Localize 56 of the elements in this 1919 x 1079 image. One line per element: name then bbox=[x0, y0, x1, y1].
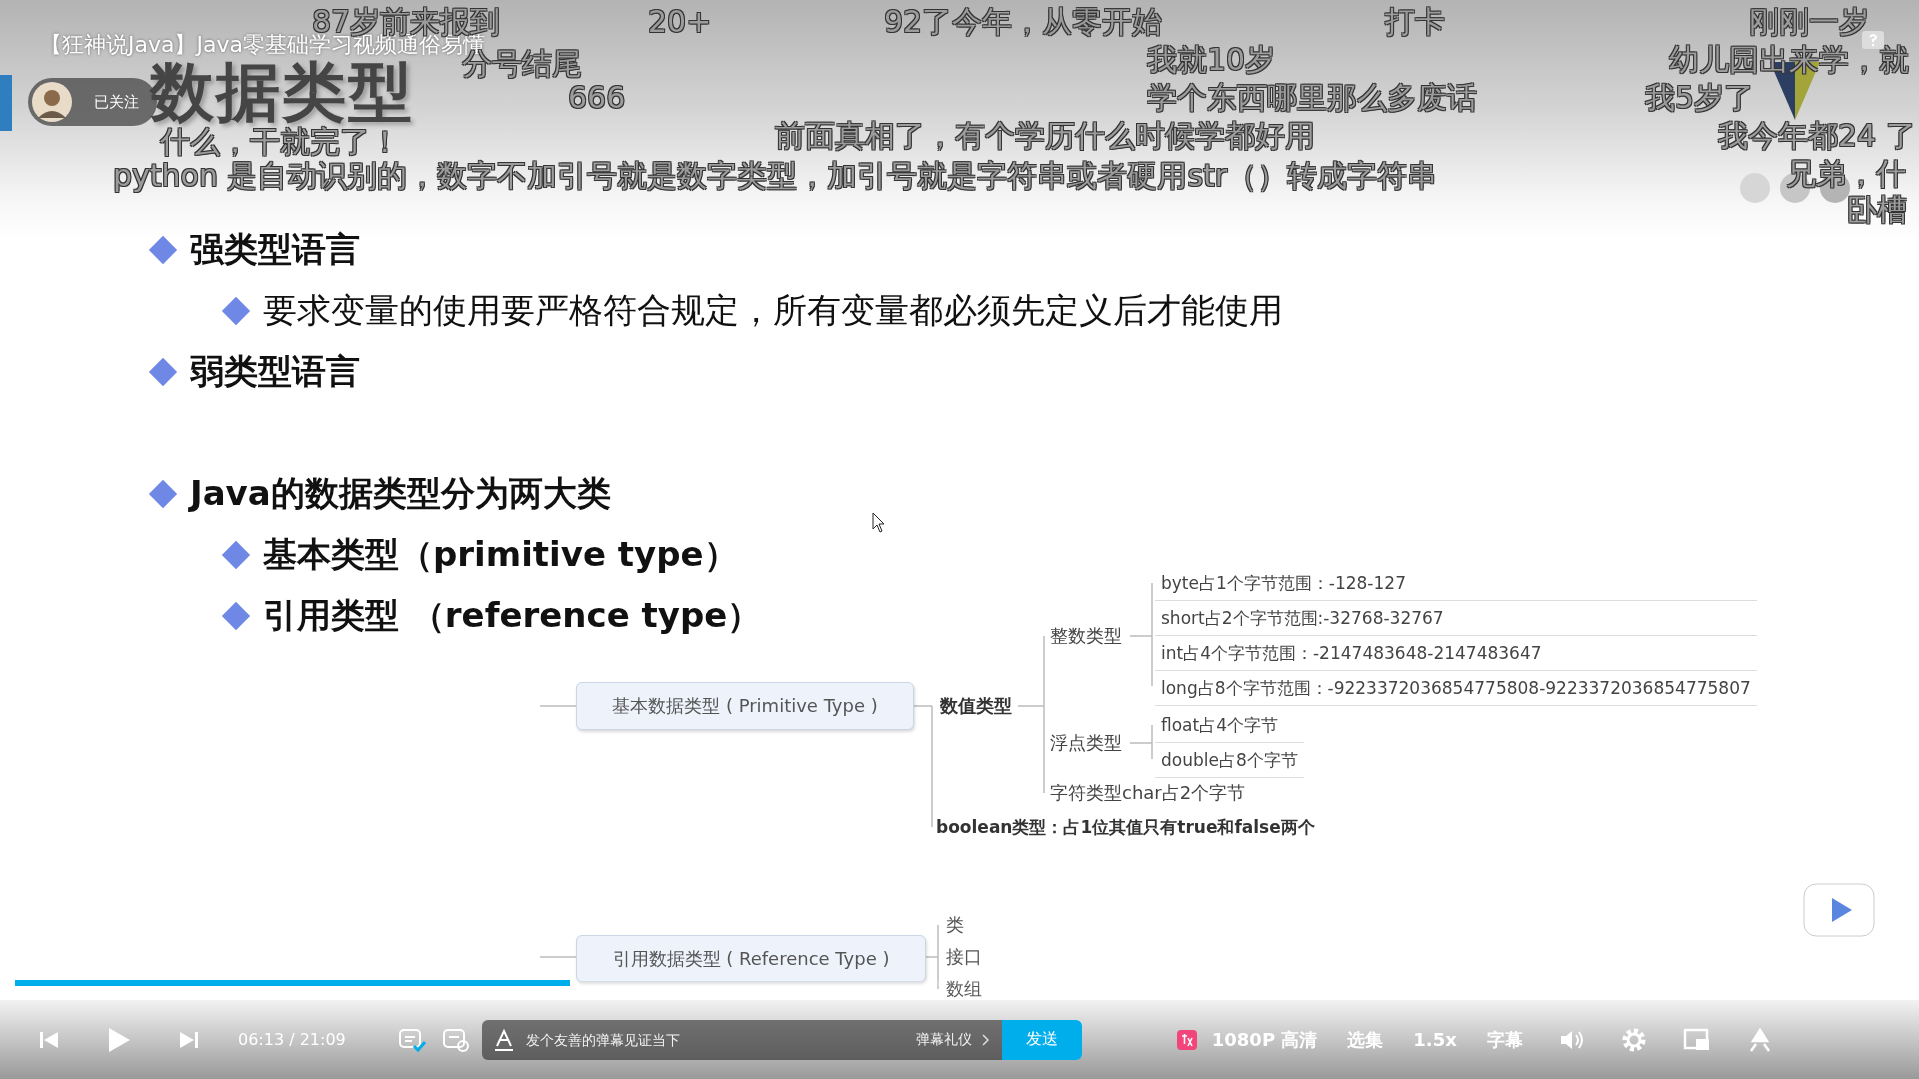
text-style-icon[interactable] bbox=[493, 1028, 514, 1051]
danmaku-comment: 20+ bbox=[648, 6, 712, 37]
danmaku-comment: python 是自动识别的，数字不加引号就是数字类型，加引号就是字符串或者硬用str（）转成字符串 bbox=[113, 160, 1438, 191]
send-button[interactable]: 发送 bbox=[1001, 1019, 1082, 1060]
quality-button[interactable]: 1080P 高清 bbox=[1211, 1027, 1318, 1052]
play-widget-icon[interactable] bbox=[1802, 882, 1876, 938]
danmaku-comment: 学个东西哪里那么多废话 bbox=[1147, 82, 1477, 113]
bullet-text: 强类型语言 bbox=[190, 227, 360, 271]
diagram-leaf: 数组 bbox=[946, 977, 982, 1001]
danmaku-comment: 打卡 bbox=[1385, 6, 1445, 37]
bullet-text: Java的数据类型分为两大类 bbox=[190, 471, 611, 515]
diagram-leaf: double占8个字节 bbox=[1155, 743, 1304, 778]
diagram-label: 整数类型 bbox=[1050, 624, 1122, 648]
diagram-leaf: 类 bbox=[946, 913, 965, 937]
danmaku-comment: 刚刚一岁 bbox=[1749, 6, 1869, 37]
diagram-node: 基本数据类型 ( Primitive Type ) bbox=[576, 682, 914, 730]
diagram-leaf: 接口 bbox=[946, 945, 982, 969]
subtitles-button[interactable]: 字幕 bbox=[1486, 1027, 1523, 1052]
episodes-button[interactable]: 选集 bbox=[1347, 1027, 1384, 1052]
diagram-leaf: byte占1个字节范围：-128-127 bbox=[1155, 566, 1757, 601]
diagram-leaf: long占8个字节范围：-9223372036854775808-9223372036854775807 bbox=[1155, 671, 1757, 706]
chevron-icon bbox=[981, 1033, 990, 1046]
danmaku-comment: 92了今年，从零开始 bbox=[884, 6, 1163, 37]
danmaku-input-field[interactable]: 发个友善的弹幕见证当下 弹幕礼仪 bbox=[481, 1019, 1002, 1060]
danmaku-comment: 卧槽 bbox=[1847, 194, 1907, 225]
settings-icon[interactable] bbox=[1620, 1026, 1647, 1053]
diagram-label: boolean类型：占1位其值只有true和false两个 bbox=[936, 816, 1315, 839]
diagram-leaf: short占2个字节范围:-32768-32767 bbox=[1155, 601, 1757, 636]
picture-in-picture-icon[interactable] bbox=[1682, 1027, 1711, 1052]
danmaku-settings-icon[interactable] bbox=[441, 1026, 470, 1053]
time-display: 06:13 / 21:09 bbox=[238, 1030, 346, 1049]
etiquette-link[interactable]: 弹幕礼仪 bbox=[915, 1030, 972, 1049]
danmaku-comment: 666 bbox=[568, 82, 626, 113]
danmaku-comment: 我5岁了 bbox=[1645, 82, 1755, 113]
bullet-text: 引用类型 （reference type） bbox=[263, 593, 762, 637]
diagram-label: 浮点类型 bbox=[1050, 731, 1122, 755]
play-icon[interactable] bbox=[106, 1025, 132, 1054]
danmaku-comment: 前面真相了，有个学历什么时候学都好用 bbox=[775, 120, 1315, 151]
diagram-label: 数值类型 bbox=[940, 694, 1012, 718]
danmaku-comment: 什么，干就完了！ bbox=[160, 126, 400, 157]
danmaku-comment: 我就10岁 bbox=[1147, 44, 1276, 75]
diagram-node: 引用数据类型 ( Reference Type ) bbox=[576, 935, 926, 982]
subtitle-translate-icon[interactable] bbox=[1175, 1028, 1198, 1051]
diagram-leaf: int占4个字节范围：-2147483648-2147483647 bbox=[1155, 636, 1757, 671]
cursor-icon bbox=[872, 512, 886, 534]
avatar-icon bbox=[32, 82, 72, 122]
danmaku-comment: 我今年都24 了 bbox=[1718, 120, 1916, 151]
diagram-label: 字符类型char占2个字节 bbox=[1050, 781, 1246, 805]
speed-button[interactable]: 1.5x bbox=[1413, 1029, 1457, 1050]
bullet-text: 弱类型语言 bbox=[190, 349, 360, 393]
bullet-text: 要求变量的使用要严格符合规定，所有变量都必须先定义后才能使用 bbox=[263, 288, 1283, 332]
bullet-text: 基本类型（primitive type） bbox=[263, 532, 738, 576]
danmaku-toggle-icon[interactable] bbox=[397, 1026, 426, 1053]
accent-bar bbox=[0, 75, 12, 131]
danmaku-comment: 兄弟，什 bbox=[1786, 158, 1906, 189]
diagram-leaf: float占4个字节 bbox=[1155, 708, 1304, 743]
